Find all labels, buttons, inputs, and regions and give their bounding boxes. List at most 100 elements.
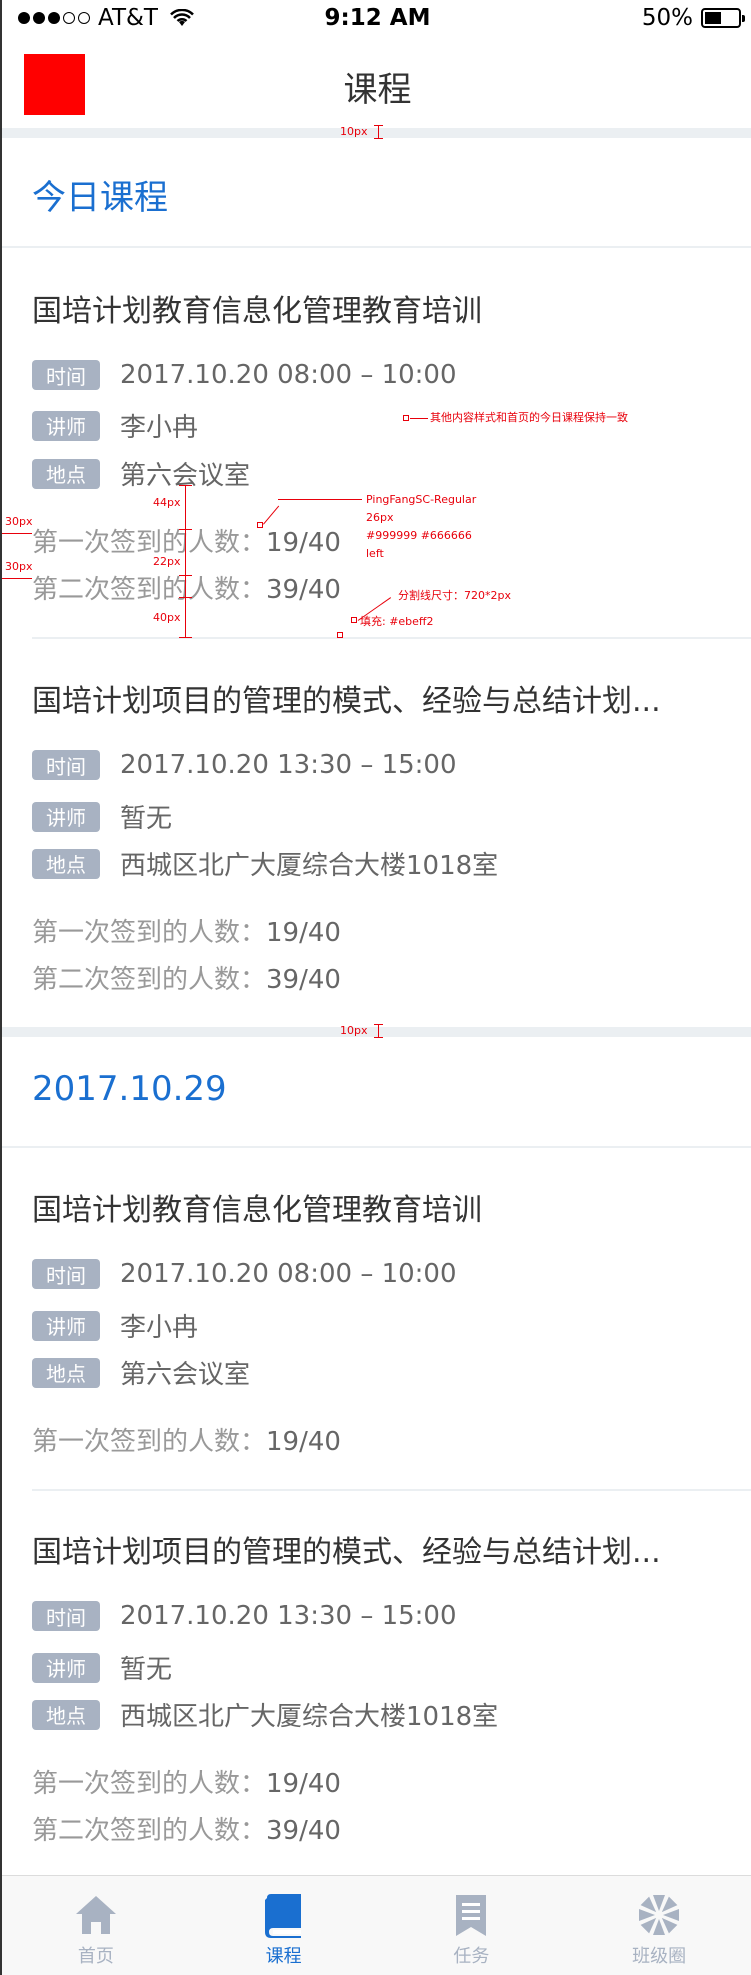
annotation-marker: [410, 418, 428, 419]
location-value: 西城区北广大厦综合大楼1018室: [120, 1702, 499, 1732]
time-value: 2017.10.20 13:30 – 15:00: [120, 750, 457, 780]
divider: [2, 1146, 751, 1148]
annotation-marker: [179, 637, 192, 638]
annotation-marker: [374, 138, 383, 139]
time-tag: 时间: [32, 750, 100, 780]
teacher-tag: 讲师: [32, 410, 100, 441]
course-title[interactable]: 国培计划项目的管理的模式、经验与总结计划...: [32, 676, 712, 720]
checkin-label: 第二次签到的人数：: [32, 575, 267, 605]
page-title: 课程: [343, 70, 412, 110]
checkin-value: 39/40: [266, 965, 341, 995]
section-title-today: 今日课程: [32, 178, 168, 218]
annotation-marker: [2, 578, 32, 579]
teacher-value: 李小冉: [120, 413, 199, 443]
location-tag: 地点: [32, 848, 100, 879]
checkin-label: 第一次签到的人数：: [32, 1769, 267, 1799]
annotation-marker: [179, 485, 192, 486]
tab-home[interactable]: 首页: [2, 1876, 190, 1975]
teacher-row: 讲师 李小冉: [32, 1307, 198, 1344]
time-tag: 时间: [32, 1601, 100, 1631]
checkin-value: 19/40: [266, 918, 341, 948]
pinwheel-icon: [639, 1895, 680, 1935]
annotation-marker: [378, 125, 379, 138]
annotation-note: 其他内容样式和首页的今日课程保持一致: [430, 411, 628, 424]
checkin-value: 19/40: [266, 1769, 341, 1799]
time-tag: 时间: [32, 1259, 100, 1289]
tab-label: 任务: [453, 1946, 490, 1967]
annotation-ruler: [185, 485, 186, 637]
teacher-row: 讲师 李小冉: [32, 407, 198, 444]
annotation-font-name: PingFangSC-Regular: [366, 493, 477, 506]
time-value: 2017.10.20 13:30 – 15:00: [120, 1601, 457, 1631]
annotation-marker: [179, 529, 192, 530]
annotation-marker: [351, 617, 357, 623]
checkin-count-row: 第一次签到的人数：19/40: [32, 1421, 341, 1458]
divider: [2, 246, 751, 248]
location-value: 第六会议室: [120, 1360, 251, 1390]
tab-task[interactable]: 任务: [378, 1876, 566, 1975]
divider: [32, 637, 751, 639]
location-tag: 地点: [32, 1699, 100, 1730]
checkin-value: 19/40: [266, 528, 341, 558]
location-tag: 地点: [32, 458, 100, 489]
annotation-divider-fill: 填充: #ebeff2: [360, 615, 434, 628]
checkin-count-row: 第二次签到的人数：39/40: [32, 1810, 341, 1847]
teacher-tag: 讲师: [32, 1310, 100, 1341]
checkin-value: 39/40: [266, 1816, 341, 1846]
teacher-value: 李小冉: [120, 1313, 199, 1343]
annotation-font-colors: #999999 #666666: [366, 529, 472, 542]
annotation-left-margin: 30px: [5, 560, 33, 573]
tab-label: 课程: [265, 1946, 302, 1967]
time-row: 时间 2017.10.20 13:30 – 15:00: [32, 1601, 457, 1631]
annotation-gap: 22px: [153, 555, 181, 568]
teacher-value: 暂无: [120, 804, 173, 834]
checkin-count-row: 第一次签到的人数：19/40: [32, 522, 341, 559]
location-tag: 地点: [32, 1357, 100, 1388]
annotation-marker: [378, 1024, 379, 1037]
tab-course[interactable]: 课程: [190, 1876, 378, 1975]
time-row: 时间 2017.10.20 08:00 – 10:00: [32, 1259, 457, 1289]
annotation-marker: [403, 415, 409, 421]
section-separator: [2, 1027, 751, 1037]
tab-label: 班级圈: [632, 1946, 687, 1967]
annotation-marker: [2, 533, 32, 534]
bookmark-icon: [456, 1895, 487, 1936]
annotation-marker: [374, 1024, 383, 1025]
status-bar: AT&T 9:12 AM 50%: [2, 0, 751, 40]
checkin-count-row: 第二次签到的人数：39/40: [32, 959, 341, 996]
checkin-label: 第一次签到的人数：: [32, 918, 267, 948]
annotation-band-height: 10px: [340, 125, 368, 138]
teacher-row: 讲师 暂无: [32, 1649, 172, 1686]
tab-class-circle[interactable]: 班级圈: [565, 1876, 751, 1975]
location-row: 地点 第六会议室: [32, 455, 250, 492]
tab-label: 首页: [77, 1946, 114, 1967]
annotation-font-align: left: [366, 547, 384, 560]
time-tag: 时间: [32, 360, 100, 390]
checkin-count-row: 第一次签到的人数：19/40: [32, 912, 341, 949]
annotation-marker: [374, 1037, 383, 1038]
checkin-value: 39/40: [266, 575, 341, 605]
annotation-marker: [179, 597, 192, 598]
location-row: 地点 西城区北广大厦综合大楼1018室: [32, 1696, 498, 1733]
nav-bar: 课程: [2, 40, 751, 128]
divider: [32, 1489, 751, 1491]
annotation-marker: [374, 125, 383, 126]
time-row: 时间 2017.10.20 13:30 – 15:00: [32, 750, 457, 780]
annotation-band-height: 10px: [340, 1024, 368, 1037]
checkin-value: 19/40: [266, 1427, 341, 1457]
battery-percent: 50%: [641, 5, 693, 31]
section-separator: [2, 128, 751, 138]
annotation-gap: 44px: [153, 496, 181, 509]
checkin-count-row: 第一次签到的人数：19/40: [32, 1763, 341, 1800]
time-row: 时间 2017.10.20 08:00 – 10:00: [32, 360, 457, 390]
course-title[interactable]: 国培计划教育信息化管理教育培训: [32, 1185, 712, 1229]
course-title[interactable]: 国培计划教育信息化管理教育培训: [32, 286, 712, 330]
time-value: 2017.10.20 08:00 – 10:00: [120, 1259, 457, 1289]
teacher-row: 讲师 暂无: [32, 798, 172, 835]
checkin-label: 第一次签到的人数：: [32, 1427, 267, 1457]
time-value: 2017.10.20 08:00 – 10:00: [120, 360, 457, 390]
annotation-font-size: 26px: [366, 511, 394, 524]
battery-icon: [701, 8, 745, 28]
course-title[interactable]: 国培计划项目的管理的模式、经验与总结计划...: [32, 1527, 712, 1571]
annotation-marker: [179, 575, 192, 576]
